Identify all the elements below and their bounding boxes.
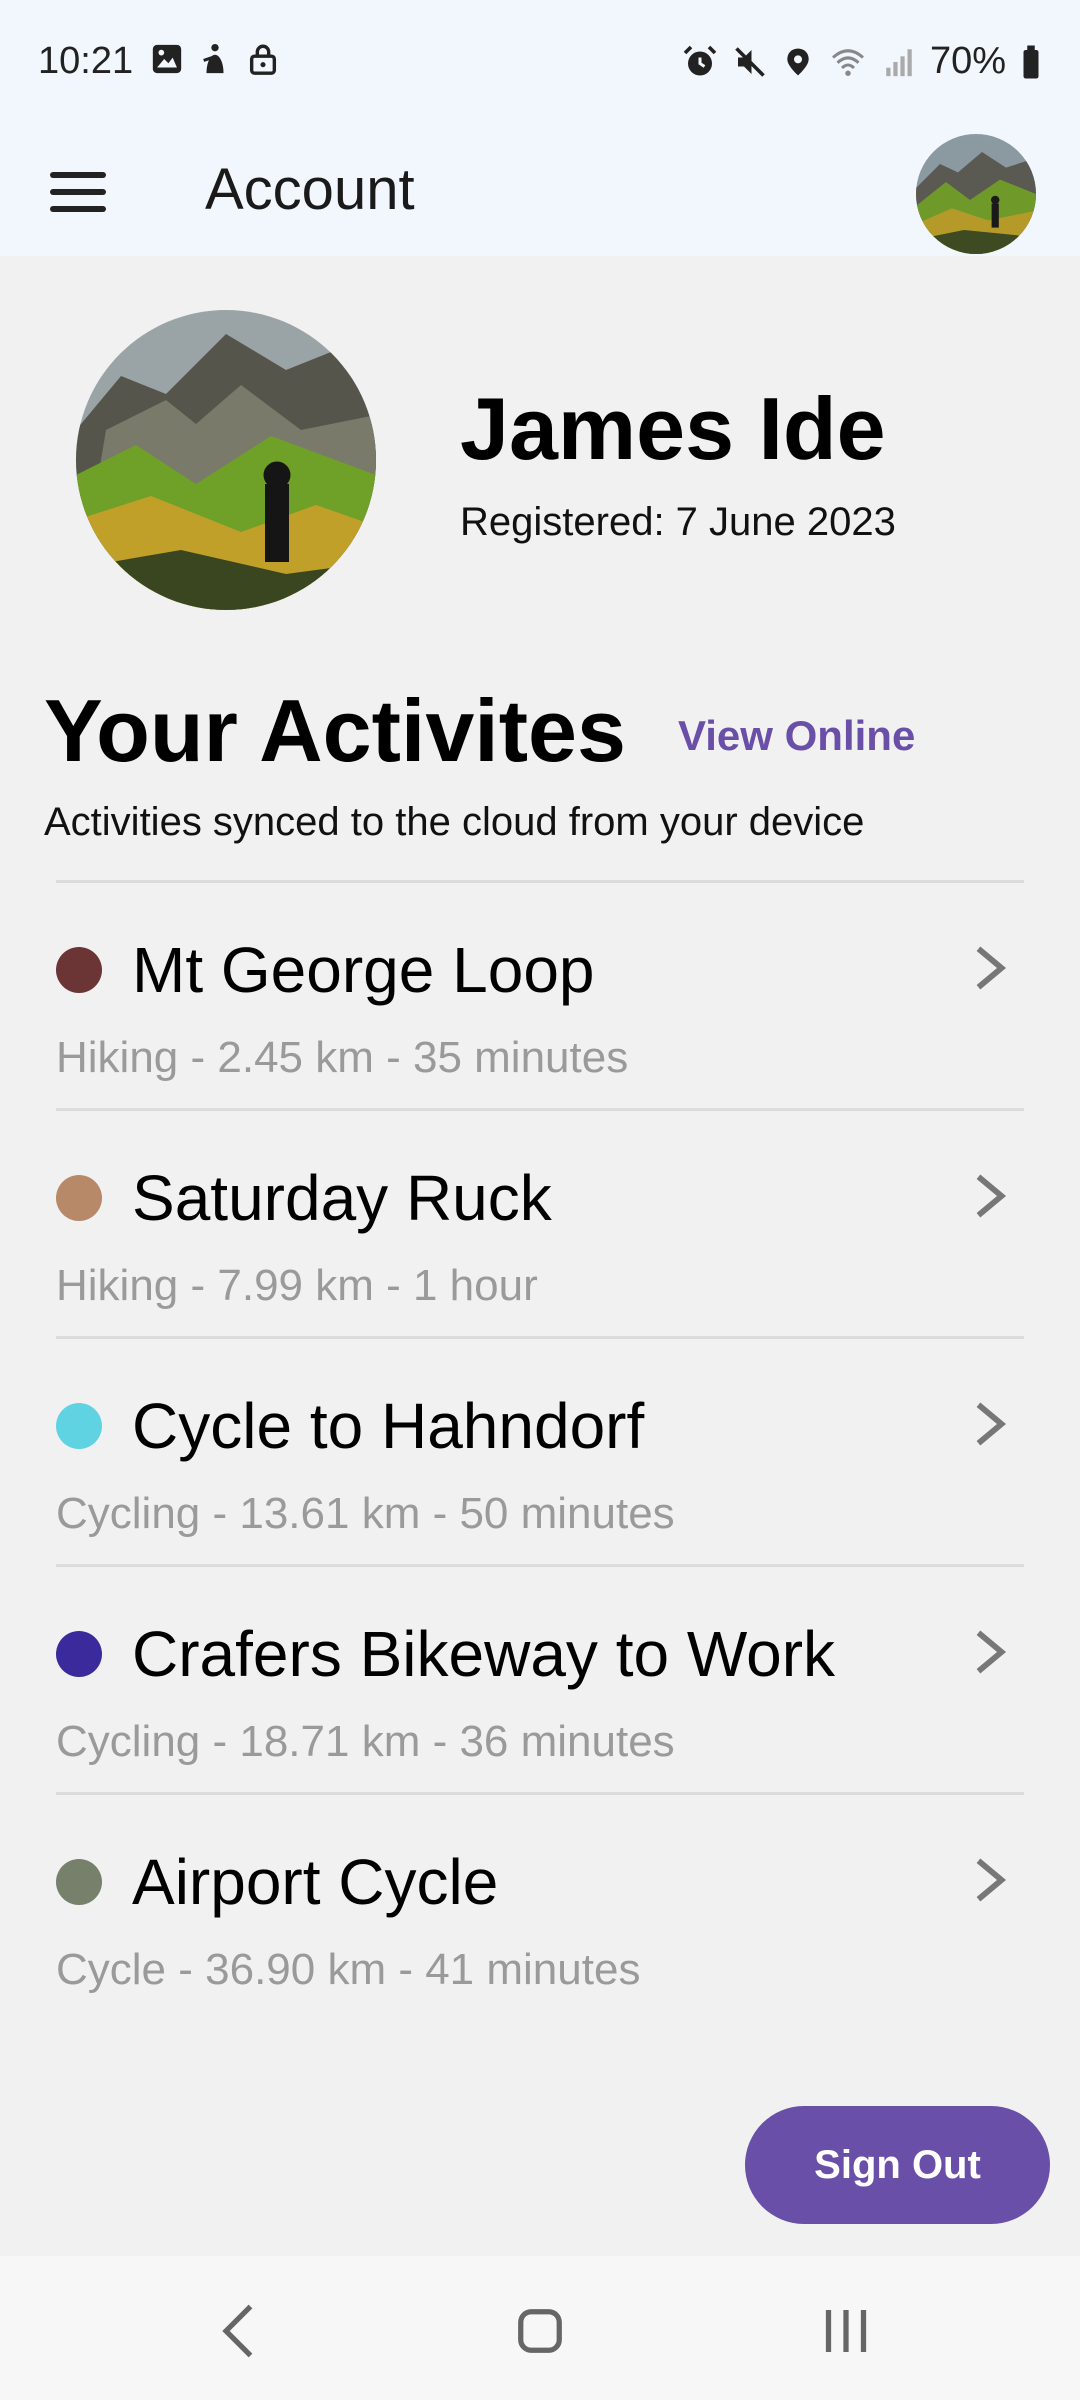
activity-meta: Hiking - 2.45 km - 35 minutes xyxy=(56,1033,629,1082)
hamburger-icon-line xyxy=(50,206,106,212)
profile-name: James Ide xyxy=(460,379,886,478)
status-left-icons xyxy=(150,42,280,76)
registration-date: Registered: 7 June 2023 xyxy=(460,500,896,544)
activity-title: Crafers Bikeway to Work xyxy=(132,1618,835,1690)
view-online-link[interactable]: View Online xyxy=(678,712,915,760)
activity-meta: Cycling - 13.61 km - 50 minutes xyxy=(56,1489,675,1538)
status-right-icons: 70% xyxy=(682,40,1042,83)
activities-title: Your Activites xyxy=(44,681,626,780)
profile-avatar xyxy=(76,310,376,610)
activity-color-dot xyxy=(56,947,102,993)
back-icon[interactable] xyxy=(200,2296,280,2366)
wifi-icon xyxy=(831,48,864,76)
status-bar: 10:21 70% xyxy=(0,0,1080,124)
menu-button[interactable] xyxy=(40,156,120,226)
activity-color-dot xyxy=(56,1631,102,1677)
signal-icon xyxy=(886,48,912,76)
lock-icon xyxy=(249,44,277,75)
landscape-avatar-image xyxy=(916,134,1036,254)
gallery-icon xyxy=(152,44,182,74)
activity-meta: Cycling - 18.71 km - 36 minutes xyxy=(56,1717,675,1766)
activity-title: Cycle to Hahndorf xyxy=(132,1390,645,1462)
location-icon xyxy=(787,48,809,75)
activity-title: Mt George Loop xyxy=(132,934,595,1006)
hamburger-icon-line xyxy=(50,172,106,178)
accessibility-icon xyxy=(203,43,224,74)
activity-color-dot xyxy=(56,1403,102,1449)
activity-meta: Hiking - 7.99 km - 1 hour xyxy=(56,1261,538,1310)
activity-item[interactable]: Airport Cycle Cycle - 36.90 km - 41 minu… xyxy=(0,1795,1080,2021)
chevron-right-icon xyxy=(976,1630,1007,1674)
chevron-right-icon xyxy=(976,946,1007,990)
activity-item[interactable]: Mt George Loop Hiking - 2.45 km - 35 min… xyxy=(0,883,1080,1109)
hamburger-icon-line xyxy=(50,189,106,195)
chevron-right-icon xyxy=(976,1402,1007,1446)
recent-apps-icon[interactable] xyxy=(806,2296,886,2366)
landscape-profile-image xyxy=(76,310,376,610)
chevron-right-icon xyxy=(976,1174,1007,1218)
mute-icon xyxy=(735,46,765,77)
system-nav-bar xyxy=(0,2256,1080,2400)
activity-meta: Cycle - 36.90 km - 41 minutes xyxy=(56,1945,641,1994)
activity-item[interactable]: Saturday Ruck Hiking - 7.99 km - 1 hour xyxy=(0,1111,1080,1337)
battery-percent: 70% xyxy=(929,40,1006,82)
account-avatar[interactable] xyxy=(916,134,1036,254)
activity-item[interactable]: Cycle to Hahndorf Cycling - 13.61 km - 5… xyxy=(0,1339,1080,1565)
chevron-right-icon xyxy=(976,1858,1007,1902)
alarm-icon xyxy=(683,45,717,75)
activity-item[interactable]: Crafers Bikeway to Work Cycling - 18.71 … xyxy=(0,1567,1080,1793)
battery-icon xyxy=(1023,45,1039,78)
activity-title: Saturday Ruck xyxy=(132,1162,552,1234)
app-bar: Account xyxy=(0,124,1080,256)
status-time: 10:21 xyxy=(38,40,134,82)
activity-title: Airport Cycle xyxy=(132,1846,499,1918)
sign-out-button[interactable]: Sign Out xyxy=(745,2106,1050,2224)
page-title: Account xyxy=(205,157,415,222)
activity-color-dot xyxy=(56,1175,102,1221)
home-icon[interactable] xyxy=(500,2296,580,2366)
activities-subtitle: Activities synced to the cloud from your… xyxy=(44,800,865,844)
activity-color-dot xyxy=(56,1859,102,1905)
